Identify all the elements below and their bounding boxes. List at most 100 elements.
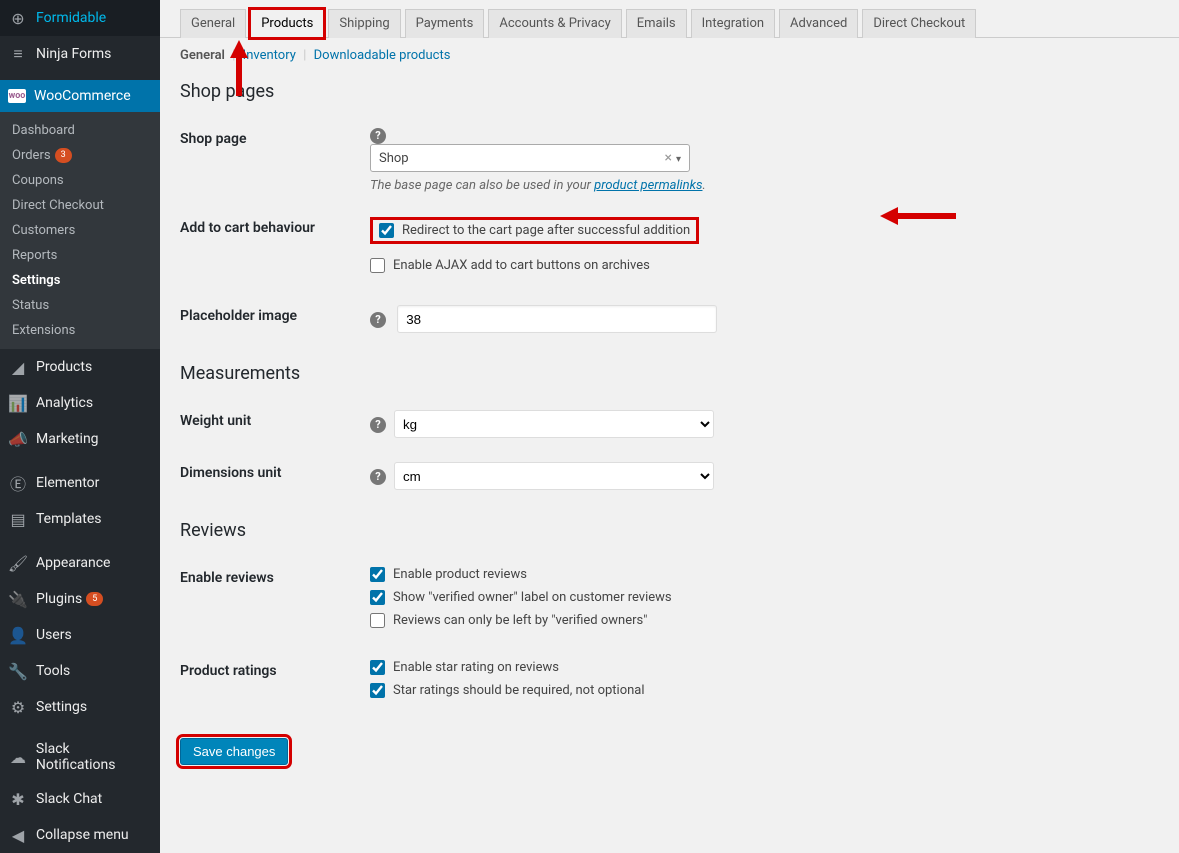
help-icon[interactable]: ? <box>370 417 386 433</box>
ajax-cart-label: Enable AJAX add to cart buttons on archi… <box>393 258 650 273</box>
redirect-cart-label: Redirect to the cart page after successf… <box>402 223 690 238</box>
sidebar-item-ninja-forms[interactable]: ≡Ninja Forms <box>0 36 160 72</box>
subtab-general[interactable]: General <box>180 48 225 63</box>
sidebar-item-elementor[interactable]: ⒺElementor <box>0 465 160 501</box>
products-icon: ◢ <box>8 357 28 377</box>
sidebar-item-analytics[interactable]: 📊Analytics <box>0 385 160 421</box>
collapse-icon: ◀ <box>8 825 28 845</box>
sidebar-item-formidable[interactable]: ⊕Formidable <box>0 0 160 36</box>
label-dimensions-unit: Dimensions unit <box>160 450 360 502</box>
submenu-status[interactable]: Status <box>0 293 160 318</box>
user-icon: 👤 <box>8 625 28 645</box>
tab-direct-checkout[interactable]: Direct Checkout <box>862 9 976 38</box>
submenu-coupons[interactable]: Coupons <box>0 168 160 193</box>
annotation-arrow-checkbox <box>880 207 898 225</box>
section-title-shop-pages: Shop pages <box>180 81 1179 102</box>
sidebar-item-collapse[interactable]: ◀Collapse menu <box>0 817 160 853</box>
sidebar-item-users[interactable]: 👤Users <box>0 617 160 653</box>
tab-integration[interactable]: Integration <box>691 9 775 38</box>
sidebar-item-products[interactable]: ◢Products <box>0 349 160 385</box>
star-rating-label: Enable star rating on reviews <box>393 660 559 675</box>
sidebar-item-settings[interactable]: ⚙Settings <box>0 689 160 725</box>
chart-icon: 📊 <box>8 393 28 413</box>
sidebar-item-slack-notifications[interactable]: ☁Slack Notifications <box>0 733 160 781</box>
verified-label-checkbox[interactable] <box>370 590 385 605</box>
admin-sidebar: ⊕Formidable ≡Ninja Forms wooWooCommerce … <box>0 0 160 853</box>
cloud-icon: ☁ <box>8 747 28 767</box>
sidebar-item-plugins[interactable]: 🔌Plugins5 <box>0 581 160 617</box>
megaphone-icon: 📣 <box>8 429 28 449</box>
redirect-highlight: Redirect to the cart page after successf… <box>370 217 699 244</box>
products-subtabs: General | Inventory | Downloadable produ… <box>180 38 1179 63</box>
tab-emails[interactable]: Emails <box>626 9 687 38</box>
label-enable-reviews: Enable reviews <box>160 555 360 648</box>
verified-only-checkbox[interactable] <box>370 613 385 628</box>
tab-accounts-privacy[interactable]: Accounts & Privacy <box>488 9 621 38</box>
sidebar-item-tools[interactable]: 🔧Tools <box>0 653 160 689</box>
dimensions-unit-select[interactable]: cm <box>394 462 714 490</box>
star-rating-checkbox[interactable] <box>370 660 385 675</box>
label-add-to-cart: Add to cart behaviour <box>160 205 360 293</box>
verified-label-label: Show "verified owner" label on customer … <box>393 590 672 605</box>
sidebar-item-woocommerce[interactable]: wooWooCommerce <box>0 80 160 112</box>
sidebar-item-templates[interactable]: ▤Templates <box>0 501 160 537</box>
subtab-inventory[interactable]: Inventory <box>243 48 296 63</box>
enable-reviews-checkbox[interactable] <box>370 567 385 582</box>
redirect-cart-checkbox[interactable] <box>379 223 394 238</box>
weight-unit-select[interactable]: kg <box>394 410 714 438</box>
formidable-icon: ⊕ <box>8 8 28 28</box>
templates-icon: ▤ <box>8 509 28 529</box>
submenu-customers[interactable]: Customers <box>0 218 160 243</box>
sidebar-item-slack-chat[interactable]: ✱Slack Chat <box>0 781 160 817</box>
permalinks-link[interactable]: product permalinks <box>594 178 702 193</box>
label-weight-unit: Weight unit <box>160 398 360 450</box>
ajax-cart-checkbox[interactable] <box>370 258 385 273</box>
orders-badge: 3 <box>55 148 72 163</box>
placeholder-image-input[interactable] <box>397 305 717 333</box>
woocommerce-icon: woo <box>8 89 26 103</box>
submenu-orders[interactable]: Orders3 <box>0 143 160 168</box>
enable-reviews-label: Enable product reviews <box>393 567 527 582</box>
help-icon[interactable]: ? <box>370 312 386 328</box>
help-icon[interactable]: ? <box>370 469 386 485</box>
brush-icon: 🖌 <box>8 553 28 573</box>
tab-advanced[interactable]: Advanced <box>779 9 858 38</box>
help-icon[interactable]: ? <box>370 128 386 144</box>
plugin-icon: 🔌 <box>8 589 28 609</box>
submenu-settings[interactable]: Settings <box>0 268 160 293</box>
section-title-measurements: Measurements <box>180 363 1179 384</box>
save-changes-button[interactable]: Save changes <box>180 738 288 765</box>
chevron-down-icon: ▾ <box>676 154 681 165</box>
clear-icon[interactable]: × <box>664 150 671 166</box>
star-icon: ✱ <box>8 789 28 809</box>
settings-content: General Products Shipping Payments Accou… <box>160 0 1179 853</box>
settings-tabs: General Products Shipping Payments Accou… <box>160 0 1179 38</box>
plugins-badge: 5 <box>86 592 103 607</box>
shop-page-select[interactable]: Shop ×▾ <box>370 144 690 172</box>
subtab-downloadable[interactable]: Downloadable products <box>314 48 451 63</box>
tab-general[interactable]: General <box>180 9 246 38</box>
gear-icon: ⚙ <box>8 697 28 717</box>
woocommerce-submenu: Dashboard Orders3 Coupons Direct Checkou… <box>0 112 160 349</box>
forms-icon: ≡ <box>8 44 28 64</box>
verified-only-label: Reviews can only be left by "verified ow… <box>393 613 647 628</box>
submenu-extensions[interactable]: Extensions <box>0 318 160 343</box>
tab-shipping[interactable]: Shipping <box>328 9 400 38</box>
tab-products[interactable]: Products <box>250 9 324 38</box>
label-placeholder-image: Placeholder image <box>160 293 360 345</box>
elementor-icon: Ⓔ <box>8 473 28 493</box>
sidebar-item-appearance[interactable]: 🖌Appearance <box>0 545 160 581</box>
annotation-arrow-tab <box>230 40 248 58</box>
star-required-label: Star ratings should be required, not opt… <box>393 683 645 698</box>
sidebar-item-marketing[interactable]: 📣Marketing <box>0 421 160 457</box>
star-required-checkbox[interactable] <box>370 683 385 698</box>
submenu-dashboard[interactable]: Dashboard <box>0 118 160 143</box>
section-title-reviews: Reviews <box>180 520 1179 541</box>
label-shop-page: Shop page <box>160 116 360 205</box>
label-product-ratings: Product ratings <box>160 648 360 718</box>
submenu-reports[interactable]: Reports <box>0 243 160 268</box>
shop-page-desc: The base page can also be used in your p… <box>370 178 1169 193</box>
wrench-icon: 🔧 <box>8 661 28 681</box>
submenu-direct-checkout[interactable]: Direct Checkout <box>0 193 160 218</box>
tab-payments[interactable]: Payments <box>405 9 485 38</box>
